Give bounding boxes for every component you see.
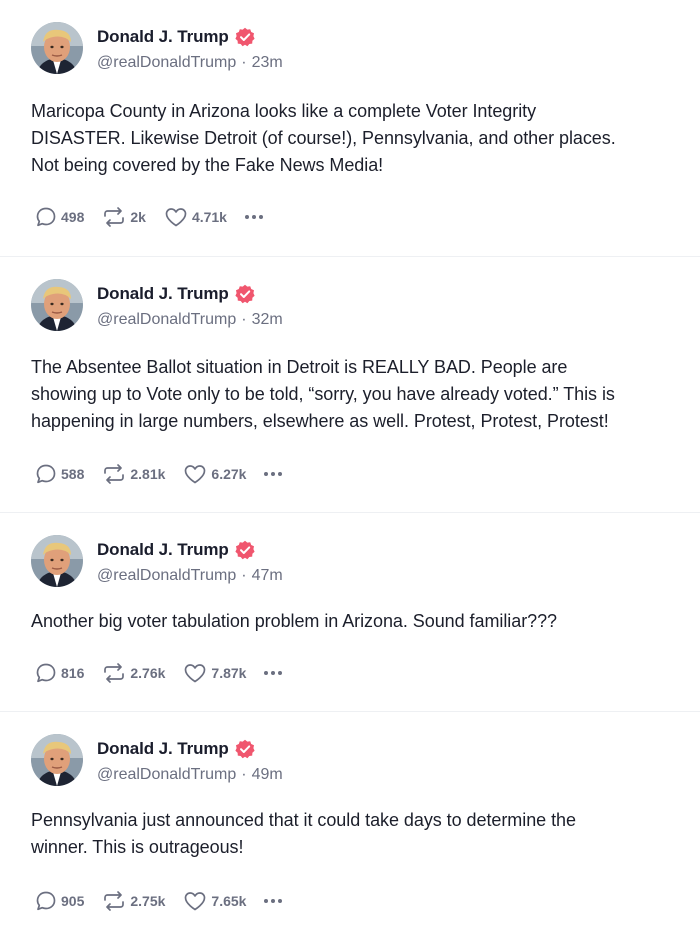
meta-separator: ·	[241, 567, 247, 584]
author-name[interactable]: Donald J. Trump	[97, 739, 229, 759]
author-handle[interactable]: @realDonaldTrump	[97, 54, 236, 71]
ellipsis-icon	[244, 215, 249, 219]
repost-arrows-icon	[104, 663, 125, 683]
like-button[interactable]: 7.65k	[183, 890, 246, 912]
post-time[interactable]: 23m	[252, 54, 283, 71]
reply-button[interactable]: 816	[35, 662, 84, 684]
author-handle[interactable]: @realDonaldTrump	[97, 766, 236, 783]
verified-badge-icon	[235, 739, 255, 759]
repost-button[interactable]: 2k	[102, 206, 146, 228]
avatar[interactable]	[31, 734, 83, 786]
post-actions: 588 2.81k 6.27k	[35, 460, 283, 488]
post-meta: @realDonaldTrump · 23m	[97, 54, 283, 72]
repost-arrows-icon	[104, 207, 125, 227]
author-row: Donald J. Trump	[97, 26, 255, 48]
meta-separator: ·	[241, 311, 247, 328]
post-actions: 498 2k 4.71k	[35, 203, 263, 231]
post-text: Another big voter tabulation problem in …	[31, 611, 558, 631]
post-time[interactable]: 49m	[252, 766, 283, 783]
reply-button[interactable]: 588	[35, 463, 84, 485]
author-handle[interactable]: @realDonaldTrump	[97, 567, 236, 584]
like-count: 7.65k	[211, 893, 247, 909]
post[interactable]: Donald J. Trump @realDonaldTrump · 23m Mar…	[0, 0, 700, 256]
repost-count: 2.75k	[130, 893, 166, 909]
repost-button[interactable]: 2.76k	[102, 662, 165, 684]
meta-separator: ·	[241, 766, 247, 783]
post-time[interactable]: 47m	[252, 567, 283, 584]
author-handle[interactable]: @realDonaldTrump	[97, 311, 236, 328]
ellipsis-icon	[264, 472, 269, 476]
author-name[interactable]: Donald J. Trump	[97, 27, 229, 47]
like-count: 6.27k	[211, 466, 247, 482]
like-count: 7.87k	[211, 665, 247, 681]
author-name[interactable]: Donald J. Trump	[97, 284, 229, 304]
post-text: The Absentee Ballot situation in Detroit…	[31, 357, 615, 431]
heart-icon	[185, 465, 206, 484]
reply-count: 498	[61, 209, 85, 225]
more-options-button[interactable]	[244, 207, 263, 227]
meta-separator: ·	[241, 54, 247, 71]
post-feed: Donald J. Trump @realDonaldTrump · 23m Mar…	[0, 0, 700, 931]
reply-count: 816	[61, 665, 85, 681]
like-button[interactable]: 7.87k	[183, 662, 246, 684]
verified-badge-icon	[235, 27, 255, 47]
post-time[interactable]: 32m	[252, 311, 283, 328]
more-options-button[interactable]	[264, 891, 283, 911]
avatar[interactable]	[31, 279, 83, 331]
reply-button[interactable]: 498	[35, 206, 84, 228]
author-name[interactable]: Donald J. Trump	[97, 540, 229, 560]
heart-icon	[185, 892, 206, 911]
post-text: Pennsylvania just announced that it coul…	[31, 810, 576, 857]
post-meta: @realDonaldTrump · 49m	[97, 766, 283, 784]
repost-count: 2.76k	[130, 665, 166, 681]
post-actions: 905 2.75k 7.65k	[35, 887, 283, 915]
author-row: Donald J. Trump	[97, 539, 255, 561]
verified-badge-icon	[235, 540, 255, 560]
reply-count: 905	[61, 893, 85, 909]
author-row: Donald J. Trump	[97, 738, 255, 760]
heart-icon	[165, 208, 187, 227]
speech-bubble-icon	[36, 891, 56, 911]
post-meta: @realDonaldTrump · 47m	[97, 567, 283, 585]
more-options-button[interactable]	[264, 663, 283, 683]
repost-count: 2k	[130, 209, 146, 225]
speech-bubble-icon	[36, 207, 56, 227]
author-row: Donald J. Trump	[97, 283, 255, 305]
more-options-button[interactable]	[264, 464, 283, 484]
avatar[interactable]	[31, 535, 83, 587]
reply-button[interactable]: 905	[35, 890, 84, 912]
post[interactable]: Donald J. Trump @realDonaldTrump · 49m Pen…	[0, 711, 700, 932]
repost-arrows-icon	[104, 891, 125, 911]
speech-bubble-icon	[36, 464, 56, 484]
post[interactable]: Donald J. Trump @realDonaldTrump · 32m The…	[0, 256, 700, 513]
post[interactable]: Donald J. Trump @realDonaldTrump · 47m Ano…	[0, 512, 700, 712]
repost-count: 2.81k	[130, 466, 166, 482]
post-actions: 816 2.76k 7.87k	[35, 659, 283, 687]
like-button[interactable]: 4.71k	[164, 206, 227, 228]
post-meta: @realDonaldTrump · 32m	[97, 311, 283, 329]
heart-icon	[185, 664, 206, 683]
repost-button[interactable]: 2.75k	[102, 890, 165, 912]
repost-arrows-icon	[104, 464, 125, 484]
post-text: Maricopa County in Arizona looks like a …	[31, 101, 616, 175]
speech-bubble-icon	[36, 663, 56, 683]
reply-count: 588	[61, 466, 85, 482]
verified-badge-icon	[235, 284, 255, 304]
like-count: 4.71k	[191, 209, 227, 225]
repost-button[interactable]: 2.81k	[102, 463, 165, 485]
avatar[interactable]	[31, 22, 83, 74]
ellipsis-icon	[264, 899, 269, 903]
like-button[interactable]: 6.27k	[183, 463, 246, 485]
ellipsis-icon	[264, 671, 269, 675]
